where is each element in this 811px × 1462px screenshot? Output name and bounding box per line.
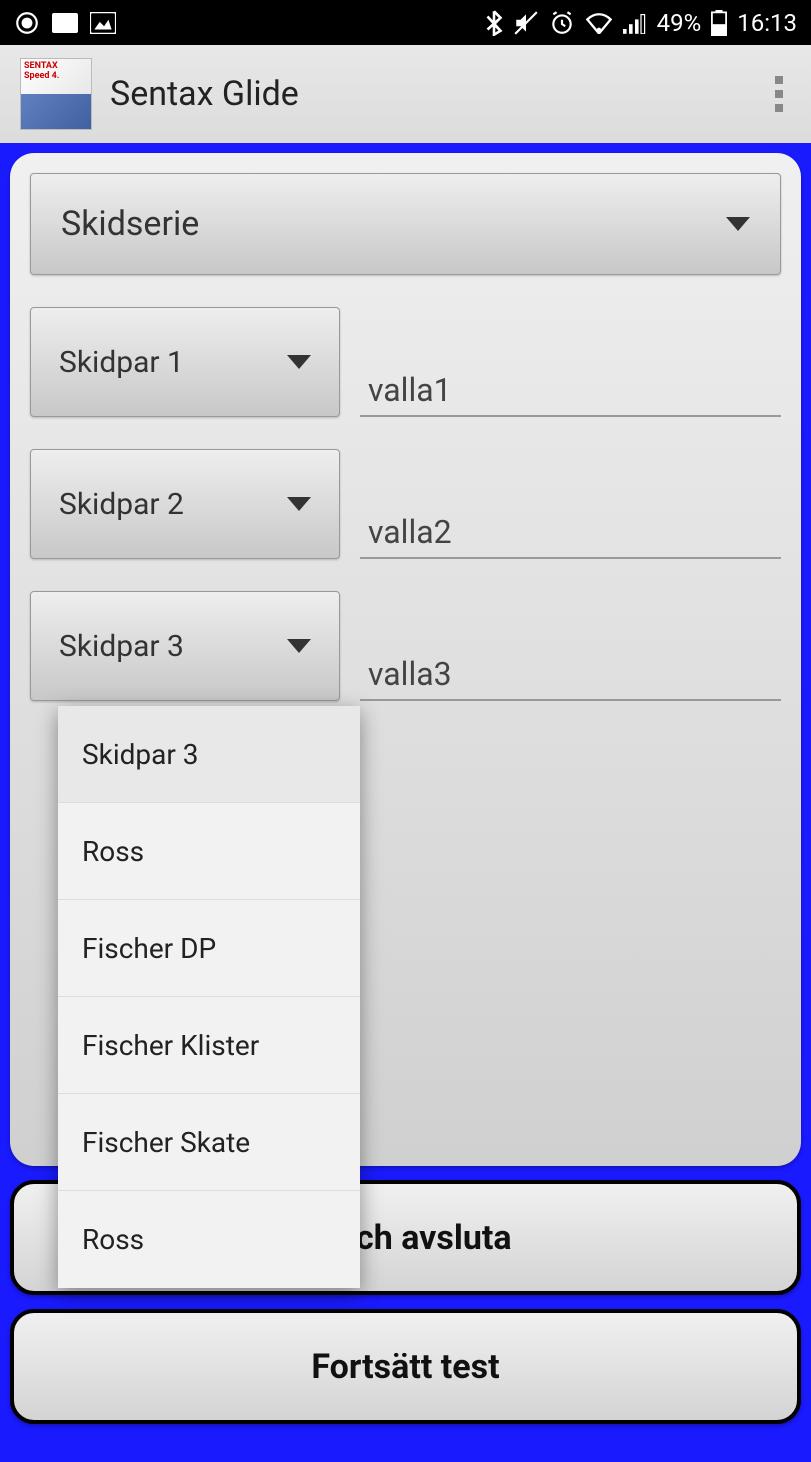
app-bar: Sentax Glide — [0, 45, 811, 143]
app-title: Sentax Glide — [110, 74, 767, 114]
wifi-icon — [585, 12, 613, 34]
alarm-icon — [549, 10, 575, 36]
continue-label: Fortsätt test — [311, 1347, 499, 1387]
skidpar-3-spinner[interactable]: Skidpar 3 — [30, 591, 340, 701]
dropdown-item-fischer-skate[interactable]: Fischer Skate — [58, 1094, 360, 1191]
chevron-down-icon — [726, 217, 750, 231]
skidpar-2-label: Skidpar 2 — [59, 487, 184, 522]
chevron-down-icon — [287, 639, 311, 653]
image-icon — [90, 12, 116, 34]
valla-2-input[interactable] — [360, 509, 781, 559]
valla-1-input[interactable] — [360, 367, 781, 417]
skidpar-1-label: Skidpar 1 — [59, 345, 184, 380]
clock-time: 16:13 — [737, 9, 797, 37]
valla-3-input[interactable] — [360, 651, 781, 701]
series-spinner[interactable]: Skidserie — [30, 173, 781, 275]
dropdown-item-fischer-dp[interactable]: Fischer DP — [58, 900, 360, 997]
battery-percent: 49% — [657, 9, 702, 37]
signal-icon — [623, 12, 647, 34]
status-left — [14, 10, 116, 36]
bluetooth-icon — [485, 10, 503, 36]
skidpar-3-label: Skidpar 3 — [59, 629, 184, 664]
dropdown-item-ross-2[interactable]: Ross — [58, 1191, 360, 1288]
skidpar-row-1: Skidpar 1 — [30, 307, 781, 417]
mute-icon — [513, 10, 539, 36]
status-bar: 49% 16:13 — [0, 0, 811, 45]
chevron-down-icon — [287, 497, 311, 511]
status-right: 49% 16:13 — [485, 9, 797, 37]
skidpar-2-spinner[interactable]: Skidpar 2 — [30, 449, 340, 559]
skidpar-1-spinner[interactable]: Skidpar 1 — [30, 307, 340, 417]
skidpar-row-3: Skidpar 3 — [30, 591, 781, 701]
overflow-menu-button[interactable] — [767, 68, 791, 120]
continue-button[interactable]: Fortsätt test — [10, 1309, 801, 1424]
skidpar-row-2: Skidpar 2 — [30, 449, 781, 559]
sonos-icon — [52, 13, 78, 33]
series-spinner-label: Skidserie — [61, 204, 199, 244]
power-icon — [14, 10, 40, 36]
dropdown-item-fischer-klister[interactable]: Fischer Klister — [58, 997, 360, 1094]
app-icon — [20, 58, 92, 130]
dropdown-item-skidpar3[interactable]: Skidpar 3 — [58, 706, 360, 803]
chevron-down-icon — [287, 355, 311, 369]
dropdown-item-ross[interactable]: Ross — [58, 803, 360, 900]
battery-icon — [711, 10, 727, 36]
skidpar-3-dropdown-menu: Skidpar 3 Ross Fischer DP Fischer Kliste… — [58, 706, 360, 1288]
